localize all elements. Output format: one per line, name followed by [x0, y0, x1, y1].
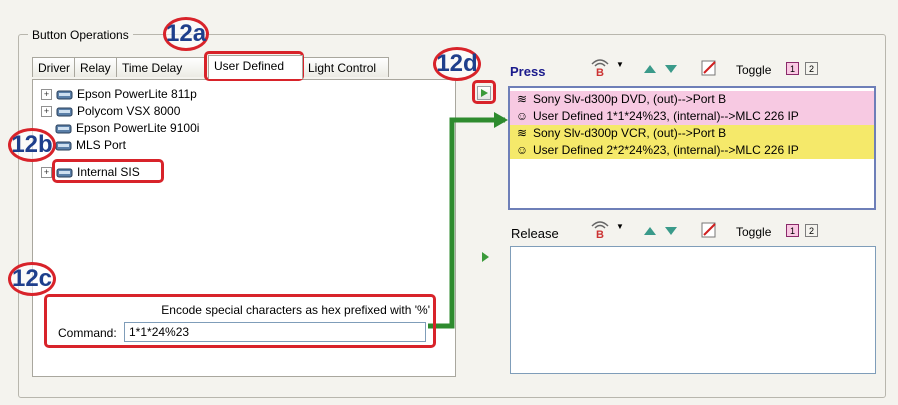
highlight-command-area [44, 294, 436, 348]
callout-12d: 12d [433, 47, 481, 81]
highlight-internal-sis [52, 159, 164, 183]
callout-12a: 12a [163, 17, 209, 51]
callout-12b: 12b [8, 128, 56, 162]
callout-12c: 12c [8, 262, 56, 296]
highlight-add-button [472, 80, 496, 104]
tab-user-defined[interactable]: User Defined [208, 55, 303, 79]
